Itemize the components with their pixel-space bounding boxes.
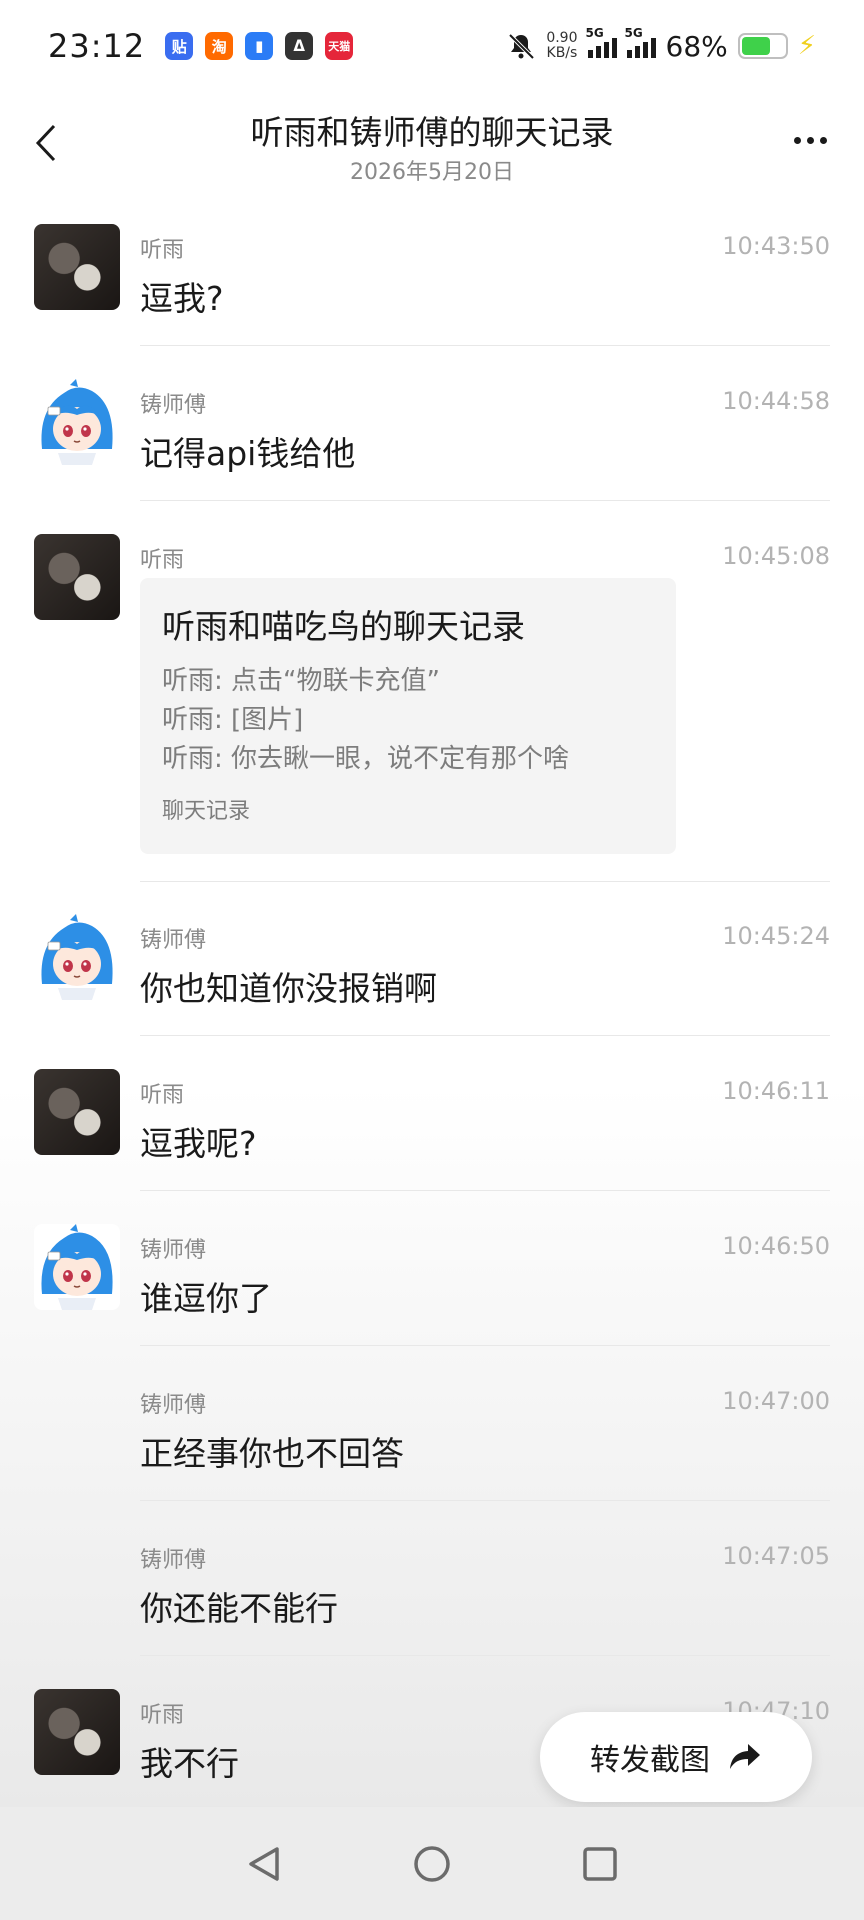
message-item[interactable]: 铸师傅 10:45:24 你也知道你没报销啊 [0, 892, 864, 1047]
sender-name: 铸师傅 [140, 1238, 207, 1263]
forwarded-chat-record-card[interactable]: 听雨和喵吃鸟的聊天记录 听雨: 点击“物联卡充值” 听雨: [图片] 听雨: 你… [140, 578, 676, 854]
message-text[interactable]: 逗我? [140, 272, 224, 320]
divider [140, 345, 830, 346]
system-navigation-bar [0, 1807, 864, 1920]
forward-button-label: 转发截图 [590, 1743, 710, 1778]
avatar[interactable] [34, 379, 120, 465]
sender-name: 铸师傅 [140, 1393, 207, 1418]
status-bar: 23:12 贴 淘 ▮ ᐃ 天猫 0.90 KB/s 5G 5G 68% ⚡ [0, 0, 864, 92]
nav-back-button[interactable] [234, 1834, 294, 1894]
avatar[interactable] [34, 1069, 120, 1155]
nav-back-icon [249, 1846, 279, 1881]
message-item[interactable]: 听雨 10:43:50 逗我? [0, 202, 864, 357]
forward-screenshot-button[interactable]: 转发截图 [540, 1712, 812, 1802]
nav-recents-icon [583, 1846, 617, 1881]
message-text[interactable]: 记得api钱给他 [140, 427, 355, 475]
message-item[interactable]: 铸师傅 10:47:05 你还能不能行 [0, 1512, 864, 1667]
sender-name: 听雨 [140, 548, 185, 573]
chat-record-header: 听雨和铸师傅的聊天记录 2026年5月20日 [0, 92, 864, 202]
avatar[interactable] [34, 1224, 120, 1310]
card-title: 听雨和喵吃鸟的聊天记录 [162, 607, 525, 646]
avatar[interactable] [34, 534, 120, 620]
sender-name: 铸师傅 [140, 1548, 207, 1573]
share-arrow-icon [730, 1744, 760, 1769]
divider [140, 1345, 830, 1346]
avatar[interactable] [34, 914, 120, 1000]
message-time: 10:44:58 [722, 387, 830, 415]
more-dot-icon [806, 136, 814, 144]
message-text[interactable]: 正经事你也不回答 [140, 1427, 404, 1475]
message-item[interactable]: 铸师傅 10:44:58 记得api钱给他 [0, 357, 864, 512]
sender-name: 铸师傅 [140, 393, 207, 418]
card-line: 听雨: 你去瞅一眼，说不定有那个啥 [162, 744, 570, 774]
page-date: 2026年5月20日 [350, 160, 514, 185]
avatar[interactable] [34, 1689, 120, 1775]
link-app-icon: ᐃ [285, 32, 314, 60]
tieba-app-icon: 贴 [165, 32, 194, 60]
sender-name: 听雨 [140, 1703, 185, 1728]
avatar[interactable] [34, 224, 120, 310]
divider [140, 881, 830, 882]
charging-bolt-icon: ⚡ [797, 31, 816, 61]
signal-strength-icon: 5G [586, 26, 617, 58]
notification-icons: 贴 淘 ▮ ᐃ 天猫 [165, 32, 354, 60]
message-item[interactable]: 铸师傅 10:47:00 正经事你也不回答 [0, 1357, 864, 1512]
divider [140, 1500, 830, 1501]
message-time: 10:47:05 [722, 1542, 830, 1570]
clock: 23:12 [48, 27, 146, 65]
divider [140, 1190, 830, 1191]
more-dot-icon [819, 136, 827, 144]
message-text[interactable]: 你还能不能行 [140, 1582, 338, 1630]
anime-girl-avatar-icon [41, 379, 113, 465]
divider [140, 1655, 830, 1656]
card-line: 听雨: [图片] [162, 705, 304, 735]
message-text[interactable]: 你也知道你没报销啊 [140, 962, 437, 1010]
message-item[interactable]: 铸师傅 10:46:50 谁逗你了 [0, 1202, 864, 1357]
page-title: 听雨和铸师傅的聊天记录 [250, 113, 614, 152]
message-time: 10:47:00 [722, 1387, 830, 1415]
sender-name: 听雨 [140, 1083, 185, 1108]
divider [140, 500, 830, 501]
message-time: 10:46:50 [722, 1232, 830, 1260]
network-speed: 0.90 KB/s [546, 30, 578, 61]
message-time: 10:43:50 [722, 232, 830, 260]
card-footer: 聊天记录 [162, 799, 251, 824]
card-line: 听雨: 点击“物联卡充值” [162, 666, 440, 696]
message-time: 10:45:24 [722, 922, 830, 950]
sender-name: 铸师傅 [140, 928, 207, 953]
anime-girl-avatar-icon [41, 914, 113, 1000]
more-options-button[interactable] [780, 120, 840, 160]
mute-bell-icon [508, 33, 535, 60]
anime-girl-avatar-icon [41, 1224, 113, 1310]
nav-home-icon [414, 1845, 450, 1882]
signal-strength-icon: 5G [625, 26, 656, 58]
nav-recents-button[interactable] [570, 1834, 630, 1894]
chat-app-icon: ▮ [245, 32, 274, 60]
sender-name: 听雨 [140, 238, 185, 263]
battery-percent: 68% [665, 29, 728, 63]
message-text[interactable]: 谁逗你了 [140, 1272, 272, 1320]
message-text[interactable]: 我不行 [140, 1737, 239, 1785]
divider [140, 1035, 830, 1036]
nav-home-button[interactable] [402, 1834, 462, 1894]
system-status: 0.90 KB/s 5G 5G 68% ⚡ [506, 26, 816, 63]
message-text[interactable]: 逗我呢? [140, 1117, 257, 1165]
more-dot-icon [793, 136, 801, 144]
tmall-app-icon: 天猫 [325, 32, 354, 60]
message-item[interactable]: 听雨 10:45:08 听雨和喵吃鸟的聊天记录 听雨: 点击“物联卡充值” 听雨… [0, 512, 864, 892]
battery-icon [737, 33, 788, 59]
message-list[interactable]: 听雨 10:43:50 逗我? 铸师傅 10:44:58 记得api钱给他 听雨… [0, 202, 864, 1807]
message-time: 10:46:11 [722, 1077, 830, 1105]
message-time: 10:45:08 [722, 542, 830, 570]
message-item[interactable]: 听雨 10:46:11 逗我呢? [0, 1047, 864, 1202]
taobao-app-icon: 淘 [205, 32, 234, 60]
